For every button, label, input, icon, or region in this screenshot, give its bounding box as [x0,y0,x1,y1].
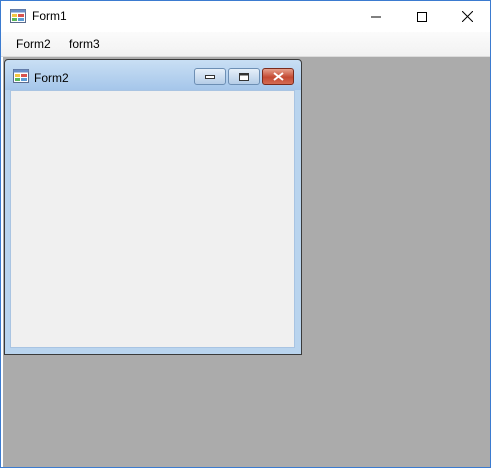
window-title: Form1 [32,9,67,23]
child-window-title: Form2 [34,71,69,85]
maximize-button[interactable] [399,1,445,32]
mdi-client-area: Form2 [3,57,490,467]
minimize-icon [205,74,215,79]
child-window-form2[interactable]: Form2 [4,59,302,355]
menu-item-form2[interactable]: Form2 [16,37,51,51]
child-client-area[interactable] [10,90,295,348]
child-close-button[interactable] [262,68,294,85]
close-icon [272,72,284,81]
app-icon [10,9,26,23]
close-icon [461,11,473,22]
maximize-icon [417,11,427,22]
minimize-icon [371,16,381,17]
minimize-button[interactable] [353,1,399,32]
menu-bar: Form2 form3 [1,32,490,57]
menu-item-form3[interactable]: form3 [69,37,100,51]
title-bar[interactable]: Form1 [1,1,490,32]
child-minimize-button[interactable] [194,68,226,85]
child-app-icon [13,69,29,83]
child-restore-button[interactable] [228,68,260,85]
restore-icon [239,72,249,81]
close-button[interactable] [444,1,490,32]
main-window: Form1 Form2 form3 Form2 [0,0,491,468]
